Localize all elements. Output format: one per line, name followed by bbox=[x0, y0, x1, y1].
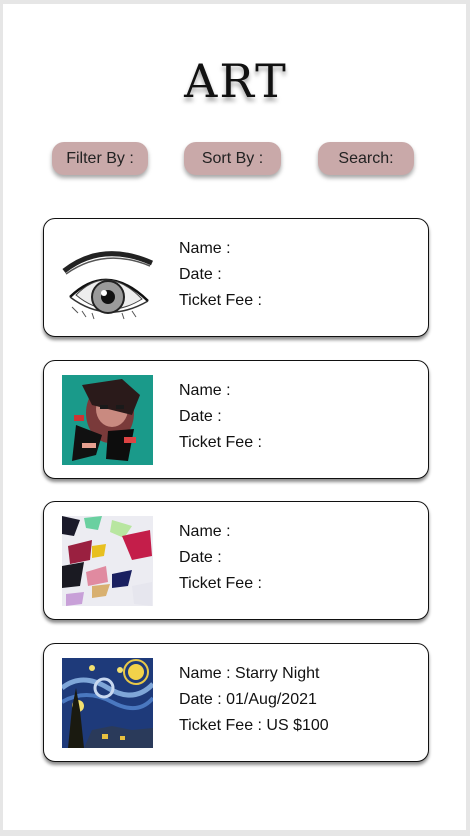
artwork-image-starry-night bbox=[62, 658, 153, 748]
sort-button[interactable]: Sort By : bbox=[184, 142, 281, 175]
artwork-card[interactable]: Name : Date : Ticket Fee : bbox=[43, 501, 429, 620]
artwork-ticket-fee: Ticket Fee : US $100 bbox=[179, 717, 329, 734]
artwork-image-abstract-portrait bbox=[62, 375, 153, 465]
artwork-card[interactable]: Name : Date : Ticket Fee : bbox=[43, 360, 429, 479]
artwork-name: Name : bbox=[179, 523, 231, 540]
search-button[interactable]: Search: bbox=[318, 142, 414, 175]
artwork-date: Date : bbox=[179, 549, 222, 566]
artwork-name: Name : Starry Night bbox=[179, 665, 320, 682]
artwork-info: Name : Date : Ticket Fee : bbox=[179, 519, 262, 597]
artwork-date: Date : bbox=[179, 408, 222, 425]
artwork-card[interactable]: Name : Starry Night Date : 01/Aug/2021 T… bbox=[43, 643, 429, 762]
artwork-ticket-fee: Ticket Fee : bbox=[179, 575, 262, 592]
artwork-name: Name : bbox=[179, 240, 231, 257]
artwork-card[interactable]: Name : Date : Ticket Fee : bbox=[43, 218, 429, 337]
artwork-date: Date : bbox=[179, 266, 222, 283]
artwork-image-abstract-brushstrokes bbox=[62, 516, 153, 606]
artwork-ticket-fee: Ticket Fee : bbox=[179, 434, 262, 451]
filter-button[interactable]: Filter By : bbox=[52, 142, 148, 175]
artwork-info: Name : Starry Night Date : 01/Aug/2021 T… bbox=[179, 661, 329, 739]
app-screen: ART Filter By : Sort By : Search: Name :… bbox=[3, 4, 466, 830]
artwork-ticket-fee: Ticket Fee : bbox=[179, 292, 262, 309]
artwork-image-eye-sketch bbox=[62, 233, 153, 323]
artwork-date: Date : 01/Aug/2021 bbox=[179, 691, 317, 708]
page-title: ART bbox=[184, 54, 288, 108]
artwork-info: Name : Date : Ticket Fee : bbox=[179, 236, 262, 314]
artwork-info: Name : Date : Ticket Fee : bbox=[179, 378, 262, 456]
artwork-name: Name : bbox=[179, 382, 231, 399]
